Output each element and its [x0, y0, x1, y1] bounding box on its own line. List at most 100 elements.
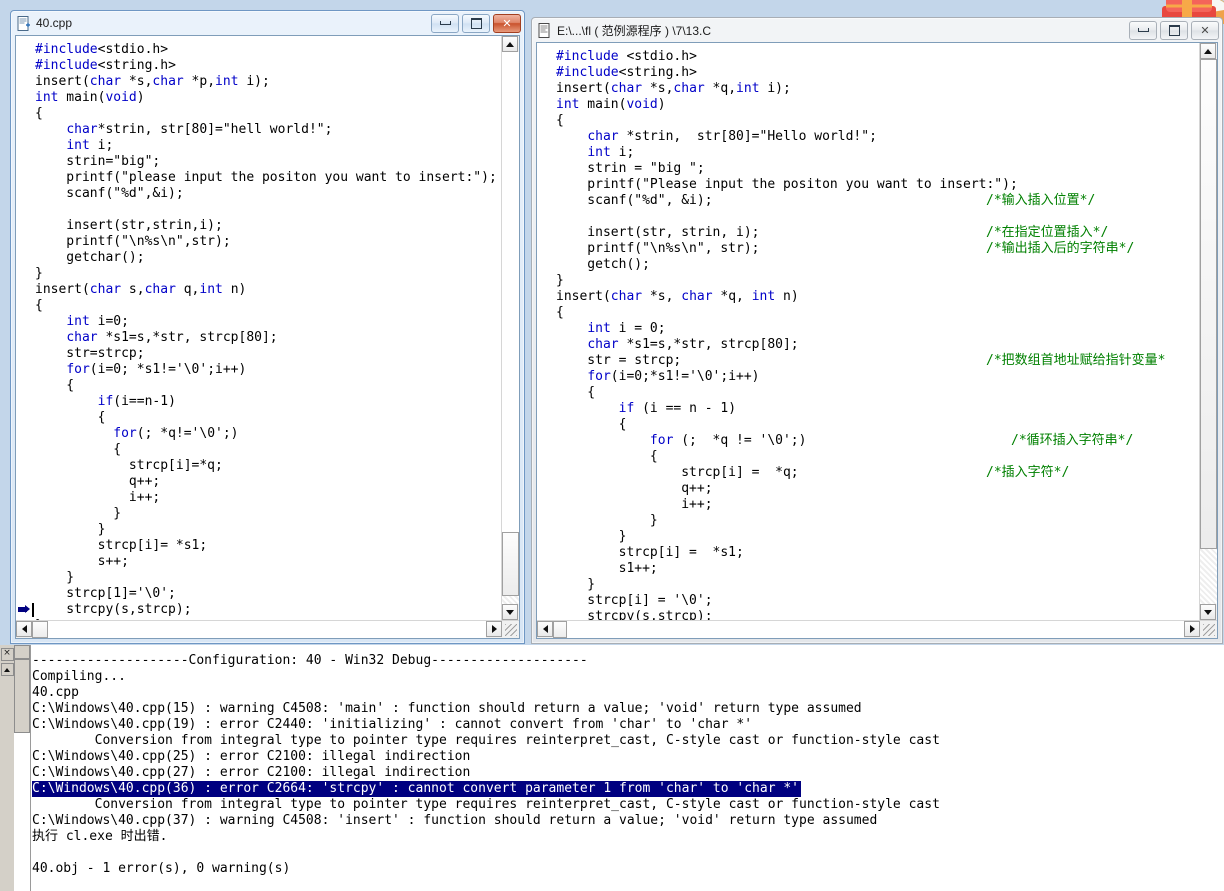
code-line[interactable]: insert(str, strin, i);/*在指定位置插入*/ [556, 225, 1199, 241]
code-line[interactable]: int i=0; [35, 314, 501, 330]
output-text[interactable]: --------------------Configuration: 40 - … [31, 645, 1224, 891]
code-line[interactable]: char*strin, str[80]="hell world!"; [35, 122, 501, 138]
output-line[interactable]: C:\Windows\40.cpp(27) : error C2100: ill… [32, 765, 1224, 781]
scroll-down-button-right[interactable] [1200, 604, 1216, 620]
hscroll-track-right[interactable] [567, 621, 1184, 638]
titlebar-right[interactable]: E:\...\fl ( 范例源程序 ) \7\13.C ✕ [532, 18, 1222, 42]
output-scroll-thumb[interactable] [14, 659, 30, 733]
code-line[interactable]: { [35, 106, 501, 122]
output-line[interactable]: C:\Windows\40.cpp(19) : error C2440: 'in… [32, 717, 1224, 733]
code-line[interactable]: for(i=0;*s1!='\0';i++) [556, 369, 1199, 385]
code-line[interactable]: } [556, 577, 1199, 593]
code-line[interactable]: printf("Please input the positon you wan… [556, 177, 1199, 193]
output-vscrollbar[interactable] [14, 645, 31, 891]
maximize-button-right[interactable] [1160, 20, 1188, 40]
code-line[interactable]: for (; *q != '\0';)/*循环插入字符串*/ [556, 433, 1199, 449]
hscroll-thumb-right[interactable] [553, 621, 567, 638]
close-output-icon[interactable]: × [0, 648, 14, 661]
code-line[interactable]: printf("\n%s\n", str);/*输出插入后的字符串*/ [556, 241, 1199, 257]
code-line[interactable]: getchar(); [35, 250, 501, 266]
code-line[interactable]: scanf("%d",&i); [35, 186, 501, 202]
code-line[interactable]: str=strcp; [35, 346, 501, 362]
output-line[interactable]: C:\Windows\40.cpp(25) : error C2100: ill… [32, 749, 1224, 765]
hscroll-track-left[interactable] [48, 621, 486, 638]
code-line[interactable]: getch(); [556, 257, 1199, 273]
hscrollbar-right[interactable] [537, 620, 1217, 638]
code-line[interactable]: } [35, 522, 501, 538]
output-line[interactable]: C:\Windows\40.cpp(15) : warning C4508: '… [32, 701, 1224, 717]
resize-grip-left[interactable] [502, 621, 519, 638]
window-buttons-left[interactable]: ✕ [431, 13, 521, 33]
code-line[interactable]: int main(void) [35, 90, 501, 106]
output-line[interactable]: 40.obj - 1 error(s), 0 warning(s) [32, 861, 1224, 877]
output-line-selected[interactable]: C:\Windows\40.cpp(36) : error C2664: 'st… [32, 781, 1224, 797]
close-button-right[interactable]: ✕ [1191, 20, 1219, 40]
code-line[interactable]: } [35, 570, 501, 586]
code-line[interactable]: strcp[1]='\0'; [35, 586, 501, 602]
code-line[interactable]: strcp[i] = *s1; [556, 545, 1199, 561]
code-line[interactable]: insert(str,strin,i); [35, 218, 501, 234]
code-line[interactable]: int i; [556, 145, 1199, 161]
code-line[interactable]: strin="big"; [35, 154, 501, 170]
code-line[interactable]: { [556, 417, 1199, 433]
hscrollbar-left[interactable] [16, 620, 519, 638]
vscroll-track-right[interactable] [1200, 549, 1217, 604]
output-pane-sidebar[interactable]: × [0, 645, 14, 891]
code-line[interactable]: if(i==n-1) [35, 394, 501, 410]
code-line[interactable]: { [35, 410, 501, 426]
scroll-left-button-left[interactable] [16, 621, 32, 637]
code-line[interactable]: char *strin, str[80]="Hello world!"; [556, 129, 1199, 145]
hscroll-thumb-left[interactable] [32, 621, 48, 638]
code-line[interactable]: #include<string.h> [35, 58, 501, 74]
code-line[interactable]: insert(char *s, char *q, int n) [556, 289, 1199, 305]
code-line[interactable]: strcpy(s,strcp); [32, 602, 501, 618]
output-line[interactable]: 40.cpp [32, 685, 1224, 701]
code-line[interactable]: if (i == n - 1) [556, 401, 1199, 417]
code-line[interactable]: q++; [35, 474, 501, 490]
code-line[interactable] [556, 209, 1199, 225]
code-line[interactable]: scanf("%d", &i);/*输入插入位置*/ [556, 193, 1199, 209]
scroll-up-button-right[interactable] [1200, 43, 1216, 59]
code-line[interactable]: char *s1=s,*str, strcp[80]; [35, 330, 501, 346]
vscroll-track-left[interactable] [502, 52, 519, 532]
vscroll-thumb-right[interactable] [1200, 59, 1217, 549]
code-line[interactable]: int i; [35, 138, 501, 154]
code-line[interactable]: int i = 0; [556, 321, 1199, 337]
code-area-right[interactable]: #include <stdio.h> #include<string.h> inse… [553, 43, 1199, 620]
scroll-right-button-right[interactable] [1184, 621, 1200, 637]
code-line[interactable]: } [556, 529, 1199, 545]
code-line[interactable]: #include<stdio.h> [35, 42, 501, 58]
code-line[interactable]: } [556, 273, 1199, 289]
code-line[interactable]: q++; [556, 481, 1199, 497]
code-area-left[interactable]: #include<stdio.h> #include<string.h> inser… [32, 36, 501, 620]
code-line[interactable]: { [556, 305, 1199, 321]
code-line[interactable]: { [35, 378, 501, 394]
code-line[interactable]: strcp[i]= *s1; [35, 538, 501, 554]
code-line[interactable]: } [35, 506, 501, 522]
window-buttons-right[interactable]: ✕ [1129, 20, 1219, 40]
code-line[interactable]: { [35, 298, 501, 314]
code-line[interactable]: { [35, 442, 501, 458]
code-line[interactable]: s++; [35, 554, 501, 570]
code-line[interactable]: int main(void) [556, 97, 1199, 113]
code-line[interactable]: strcp[i] = *q;/*插入字符*/ [556, 465, 1199, 481]
minimize-button-right[interactable] [1129, 20, 1157, 40]
vscroll-track-below-left[interactable] [502, 596, 519, 604]
output-line[interactable] [32, 845, 1224, 861]
code-line[interactable] [35, 202, 501, 218]
output-line[interactable]: 执行 cl.exe 时出错. [32, 829, 1224, 845]
code-line[interactable]: insert(char *s,char *q,int i); [556, 81, 1199, 97]
vscrollbar-right[interactable] [1199, 43, 1217, 620]
window-left-editor[interactable]: 40.cpp ✕ #include<stdio.h> #include<strin… [10, 10, 525, 644]
code-line[interactable]: char *s1=s,*str, strcp[80]; [556, 337, 1199, 353]
code-line[interactable]: { [556, 449, 1199, 465]
vscrollbar-left[interactable] [501, 36, 519, 620]
output-line[interactable]: C:\Windows\40.cpp(37) : warning C4508: '… [32, 813, 1224, 829]
code-line[interactable]: } [35, 618, 501, 620]
code-line[interactable]: strin = "big "; [556, 161, 1199, 177]
code-line[interactable]: i++; [556, 497, 1199, 513]
resize-grip-right[interactable] [1200, 621, 1217, 638]
code-line[interactable]: printf("please input the positon you wan… [35, 170, 501, 186]
code-line[interactable]: insert(char *s,char *p,int i); [35, 74, 501, 90]
maximize-button-left[interactable] [462, 13, 490, 33]
